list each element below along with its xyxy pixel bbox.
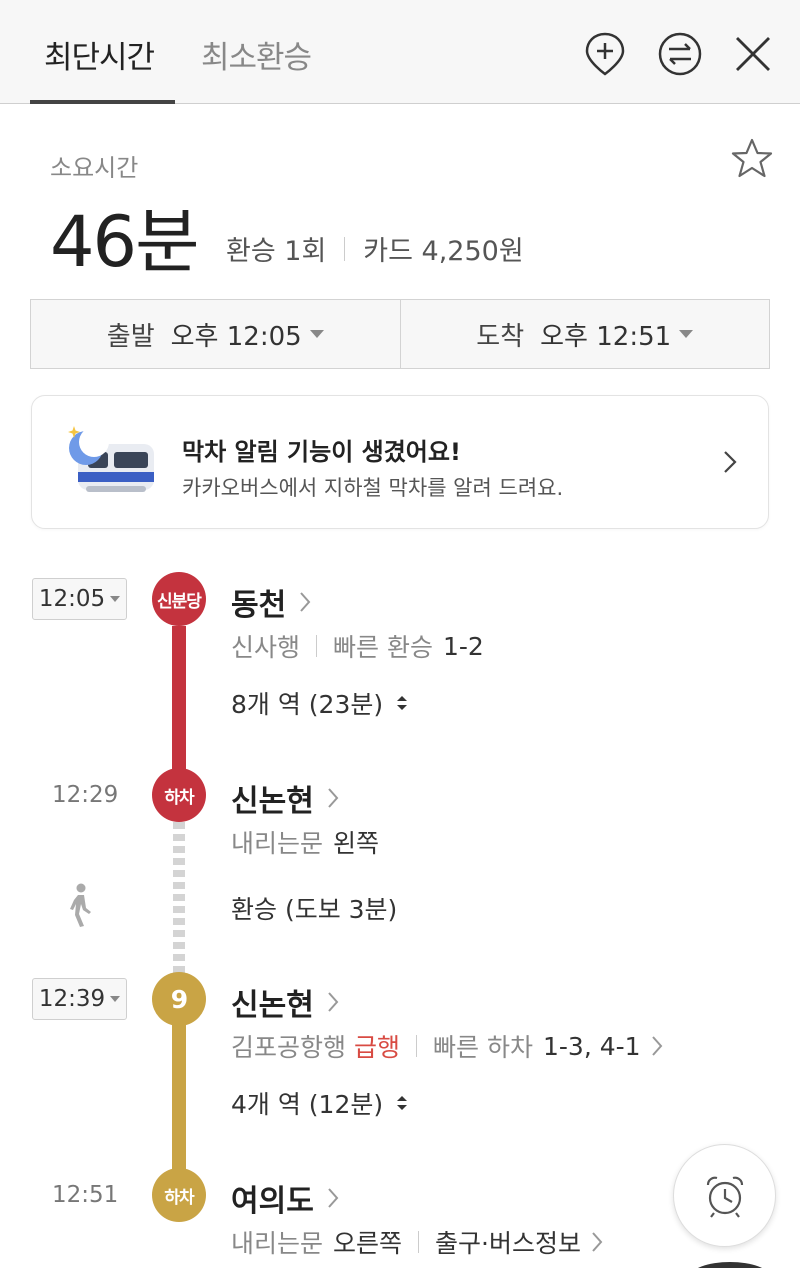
alarm-button[interactable] xyxy=(673,1144,776,1247)
station-name: 신논현 xyxy=(231,784,314,819)
door-info: 내리는문 오른쪽 출구·버스정보 xyxy=(231,1224,603,1260)
chevron-right-icon[interactable] xyxy=(651,1035,663,1057)
route-meta: 환승 1회 카드 4,250원 xyxy=(226,229,524,268)
door-side: 오른쪽 xyxy=(333,1229,403,1258)
expand-updown-icon xyxy=(397,696,408,710)
total-duration: 46분 xyxy=(50,201,199,283)
night-train-icon xyxy=(68,426,154,492)
dropdown-caret-icon xyxy=(679,330,694,338)
alight-badge: 하차 xyxy=(152,768,206,822)
direction-info: 김포공항행 급행 빠른 하차 1-3, 4-1 xyxy=(231,1028,663,1064)
top-bar: 최단시간 최소환승 xyxy=(0,0,800,104)
add-location-icon[interactable] xyxy=(581,30,629,78)
tab-fewest-transfers[interactable]: 최소환승 xyxy=(201,32,312,77)
tab-shortest-time[interactable]: 최단시간 xyxy=(44,32,155,77)
fare: 카드 4,250원 xyxy=(363,236,524,267)
chevron-right-icon xyxy=(328,788,339,808)
exit-bus-info-link[interactable]: 출구·버스정보 xyxy=(435,1224,581,1260)
divider xyxy=(344,236,346,261)
door-label: 내리는문 xyxy=(231,1229,324,1258)
boarding-time: 12:05 xyxy=(38,586,106,612)
boarding-time: 12:39 xyxy=(38,986,106,1012)
station-sinnonhyeon[interactable]: 신논현 xyxy=(231,776,340,820)
station-sinnonhyeon-line9[interactable]: 신논현 xyxy=(231,980,340,1024)
alight-badge: 하차 xyxy=(152,1168,206,1222)
divider xyxy=(316,635,318,657)
door-info: 내리는문 왼쪽 xyxy=(231,824,379,860)
fast-transfer-label: 빠른 환승 xyxy=(333,633,433,662)
arrive-time: 오후 12:51 xyxy=(540,321,672,352)
station-name: 신논현 xyxy=(231,988,314,1023)
alarm-clock-icon xyxy=(706,1176,743,1218)
boarding-time-select[interactable]: 12:05 xyxy=(32,578,127,620)
expand-updown-icon xyxy=(397,1096,408,1110)
dropdown-caret-icon xyxy=(110,596,121,602)
transfer-count: 환승 1회 xyxy=(226,236,327,267)
banner-title: 막차 알림 기능이 생겼어요! xyxy=(182,438,461,466)
boarding-time-select-2[interactable]: 12:39 xyxy=(32,978,127,1020)
fast-exit-label: 빠른 하차 xyxy=(433,1033,533,1062)
door-label: 내리는문 xyxy=(231,829,324,858)
walking-icon xyxy=(70,883,91,927)
divider xyxy=(418,1231,420,1253)
stops-count: 8개 역 (23분) xyxy=(231,690,384,719)
bottom-button-peek[interactable] xyxy=(690,1262,770,1268)
station-yeouido[interactable]: 여의도 xyxy=(231,1176,340,1220)
direction-info: 신사행 빠른 환승 1-2 xyxy=(231,628,484,664)
chevron-right-icon xyxy=(724,451,737,473)
swap-icon[interactable] xyxy=(656,30,704,78)
active-tab-indicator xyxy=(30,100,175,104)
route-line-sinbundang xyxy=(172,626,186,776)
station-dongcheon[interactable]: 동천 xyxy=(231,580,312,624)
fast-transfer-door: 1-2 xyxy=(442,631,484,661)
stops-count: 4개 역 (12분) xyxy=(231,1090,384,1119)
duration-label: 소요시간 xyxy=(50,154,139,182)
dropdown-caret-icon xyxy=(309,330,324,338)
fast-exit-door: 1-3, 4-1 xyxy=(542,1031,641,1061)
express-badge: 급행 xyxy=(354,1033,401,1062)
time-selector: 출발 오후 12:05 도착 오후 12:51 xyxy=(30,299,770,369)
stops-toggle[interactable]: 4개 역 (12분) xyxy=(231,1085,409,1121)
depart-time-select[interactable]: 출발 오후 12:05 xyxy=(31,300,400,368)
line-badge-9: 9 xyxy=(152,972,206,1026)
station-name: 여의도 xyxy=(231,1184,314,1219)
station-name: 동천 xyxy=(231,588,287,623)
door-side: 왼쪽 xyxy=(333,829,380,858)
arrive-time-select[interactable]: 도착 오후 12:51 xyxy=(399,300,770,368)
walking-path xyxy=(173,822,185,974)
favorite-star-icon[interactable] xyxy=(729,136,775,182)
close-icon[interactable] xyxy=(729,30,777,78)
dropdown-caret-icon xyxy=(110,996,121,1002)
chevron-right-icon xyxy=(328,992,339,1012)
stops-toggle[interactable]: 8개 역 (23분) xyxy=(231,685,409,721)
divider xyxy=(416,1035,418,1057)
arrive-label: 도착 xyxy=(476,321,525,352)
banner-subtitle: 카카오버스에서 지하철 막차를 알려 드려요. xyxy=(182,476,564,500)
chevron-right-icon xyxy=(300,592,311,612)
last-train-banner[interactable]: 막차 알림 기능이 생겼어요! 카카오버스에서 지하철 막차를 알려 드려요. xyxy=(31,395,769,529)
alight-time: 12:29 xyxy=(52,782,119,808)
line-badge-sinbundang: 신분당 xyxy=(152,572,206,626)
transfer-walk-info: 환승 (도보 3분) xyxy=(231,895,398,924)
depart-label: 출발 xyxy=(106,321,155,352)
direction: 김포공항행 xyxy=(231,1033,347,1062)
route-line-9 xyxy=(172,1024,186,1174)
chevron-right-icon xyxy=(592,1232,603,1252)
chevron-right-icon xyxy=(328,1188,339,1208)
alight-time: 12:51 xyxy=(52,1182,119,1208)
depart-time: 오후 12:05 xyxy=(170,321,302,352)
direction: 신사행 xyxy=(231,633,301,662)
